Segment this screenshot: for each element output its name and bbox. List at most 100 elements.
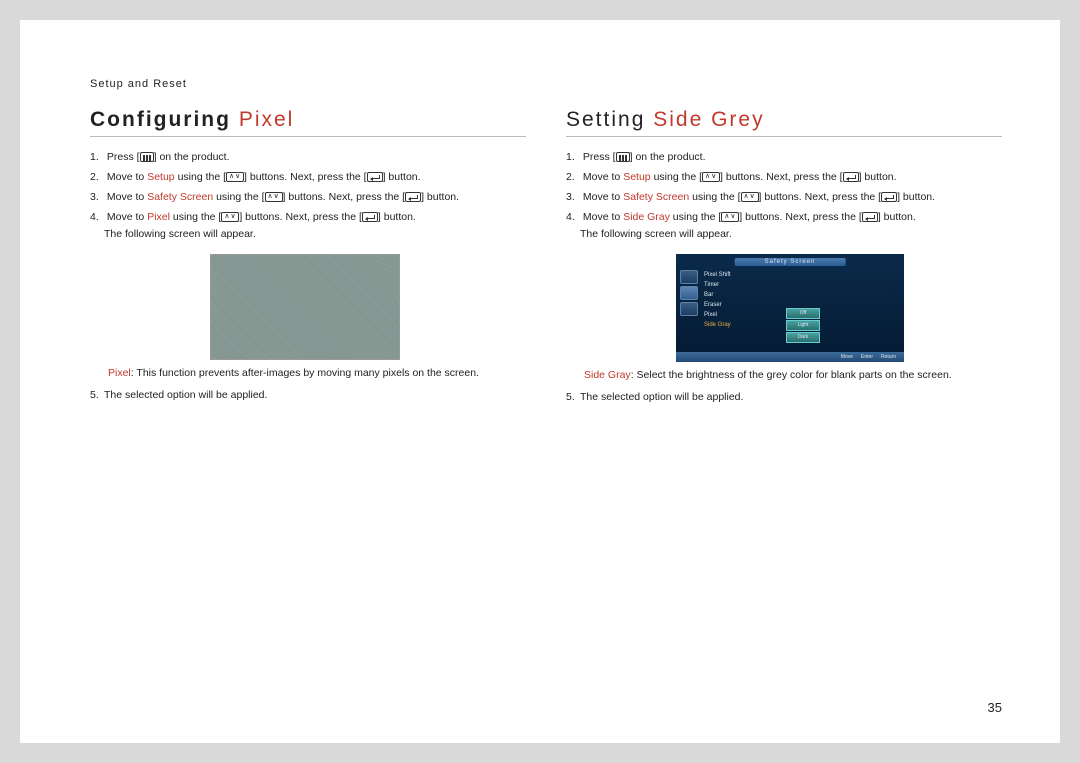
menu-icon: [140, 152, 154, 162]
osd-item: Pixel Shift: [704, 270, 731, 280]
text: The selected option will be applied.: [580, 391, 743, 403]
section-title-right: Setting Side Grey: [566, 108, 1002, 137]
link-setup: Setup: [147, 171, 174, 183]
steps-right-2: 5.The selected option will be applied.: [566, 389, 1002, 407]
osd-item: Timer: [704, 280, 731, 290]
updown-icon: [721, 212, 739, 222]
text: Move to: [583, 211, 623, 223]
title-accent: Side Grey: [653, 108, 764, 131]
note-side-gray: Side Gray: Select the brightness of the …: [584, 368, 1002, 383]
enter-icon: [843, 172, 859, 182]
osd-item: Bar: [704, 290, 731, 300]
osd-title: Safety Screen: [735, 258, 846, 266]
osd-footer-item: Return: [881, 354, 896, 360]
text: Press [: [583, 151, 616, 163]
note-label: Pixel: [108, 367, 131, 379]
step-4: 4. Move to Pixel using the [] buttons. N…: [90, 209, 526, 245]
text: ] buttons. Next, press the [: [720, 171, 843, 183]
text: Press [: [107, 151, 140, 163]
note-text: : This function prevents after-images by…: [131, 367, 479, 379]
text: ] on the product.: [154, 151, 230, 163]
updown-icon: [265, 192, 283, 202]
osd-screenshot: Safety Screen Pixel Shift Timer Bar Eras…: [676, 254, 904, 362]
enter-icon: [362, 212, 378, 222]
text: ] buttons. Next, press the [: [239, 211, 362, 223]
right-column: Setting Side Grey 1. Press [] on the pro…: [566, 108, 1002, 409]
text: ] button.: [383, 171, 421, 183]
text: ] buttons. Next, press the [: [739, 211, 862, 223]
page-number: 35: [988, 700, 1002, 715]
osd-item: Pixel: [704, 310, 731, 320]
osd-option: Off: [786, 308, 820, 319]
menu-icon: [616, 152, 630, 162]
osd-option: Light: [786, 320, 820, 331]
text: Move to: [583, 171, 623, 183]
text: using the [: [213, 191, 264, 203]
osd-options: Off Light Dark: [786, 308, 820, 344]
link-side-gray: Side Gray: [623, 211, 670, 223]
enter-icon: [862, 212, 878, 222]
note-pixel: Pixel: This function prevents after-imag…: [108, 366, 526, 381]
updown-icon: [226, 172, 244, 182]
step-3: 3. Move to Safety Screen using the [] bu…: [90, 189, 526, 207]
pixel-screenshot: [210, 254, 400, 360]
text: ] buttons. Next, press the [: [283, 191, 406, 203]
text: The following screen will appear.: [580, 228, 732, 240]
step-1: 1. Press [] on the product.: [566, 149, 1002, 167]
left-column: Configuring Pixel 1. Press [] on the pro…: [90, 108, 526, 409]
step-4: 4. Move to Side Gray using the [] button…: [566, 209, 1002, 245]
updown-icon: [741, 192, 759, 202]
title-bold: Configuring: [90, 108, 231, 131]
link-pixel: Pixel: [147, 211, 170, 223]
title-bold: Setting: [566, 108, 645, 131]
section-title-left: Configuring Pixel: [90, 108, 526, 137]
updown-icon: [702, 172, 720, 182]
steps-left: 1. Press [] on the product. 2. Move to S…: [90, 149, 526, 244]
text: ] buttons. Next, press the [: [244, 171, 367, 183]
osd-menu: Pixel Shift Timer Bar Eraser Pixel Side …: [704, 270, 731, 330]
osd-footer-item: Move: [841, 354, 853, 360]
two-column-layout: Configuring Pixel 1. Press [] on the pro…: [90, 108, 1002, 409]
text: using the [: [689, 191, 740, 203]
text: ] button.: [878, 211, 916, 223]
step-5: 5.The selected option will be applied.: [566, 389, 1002, 407]
text: Move to: [107, 211, 147, 223]
osd-footer-item: Enter: [861, 354, 873, 360]
text: ] button.: [859, 171, 897, 183]
text: ] on the product.: [630, 151, 706, 163]
steps-left-2: 5.The selected option will be applied.: [90, 387, 526, 405]
osd-item: Eraser: [704, 300, 731, 310]
text: Move to: [107, 191, 147, 203]
manual-page: Setup and Reset Configuring Pixel 1. Pre…: [20, 20, 1060, 743]
text: using the [: [170, 211, 221, 223]
updown-icon: [221, 212, 239, 222]
text: ] buttons. Next, press the [: [759, 191, 882, 203]
note-label: Side Gray: [584, 369, 631, 381]
step-3: 3. Move to Safety Screen using the [] bu…: [566, 189, 1002, 207]
osd-option: Dark: [786, 332, 820, 343]
steps-right: 1. Press [] on the product. 2. Move to S…: [566, 149, 1002, 244]
breadcrumb: Setup and Reset: [90, 78, 1002, 90]
text: Move to: [583, 191, 623, 203]
note-text: : Select the brightness of the grey colo…: [631, 369, 952, 381]
enter-icon: [367, 172, 383, 182]
osd-tabs: [680, 270, 698, 318]
step-2: 2. Move to Setup using the [] buttons. N…: [566, 169, 1002, 187]
link-setup: Setup: [623, 171, 650, 183]
text: The following screen will appear.: [104, 228, 256, 240]
enter-icon: [881, 192, 897, 202]
text: using the [: [175, 171, 226, 183]
step-2: 2. Move to Setup using the [] buttons. N…: [90, 169, 526, 187]
link-safety-screen: Safety Screen: [147, 191, 213, 203]
enter-icon: [405, 192, 421, 202]
title-accent: Pixel: [239, 108, 295, 131]
text: ] button.: [897, 191, 935, 203]
text: Move to: [107, 171, 147, 183]
osd-item-selected: Side Gray: [704, 320, 731, 330]
text: using the [: [651, 171, 702, 183]
text: ] button.: [378, 211, 416, 223]
text: ] button.: [421, 191, 459, 203]
step-5: 5.The selected option will be applied.: [90, 387, 526, 405]
step-1: 1. Press [] on the product.: [90, 149, 526, 167]
text: using the [: [670, 211, 721, 223]
